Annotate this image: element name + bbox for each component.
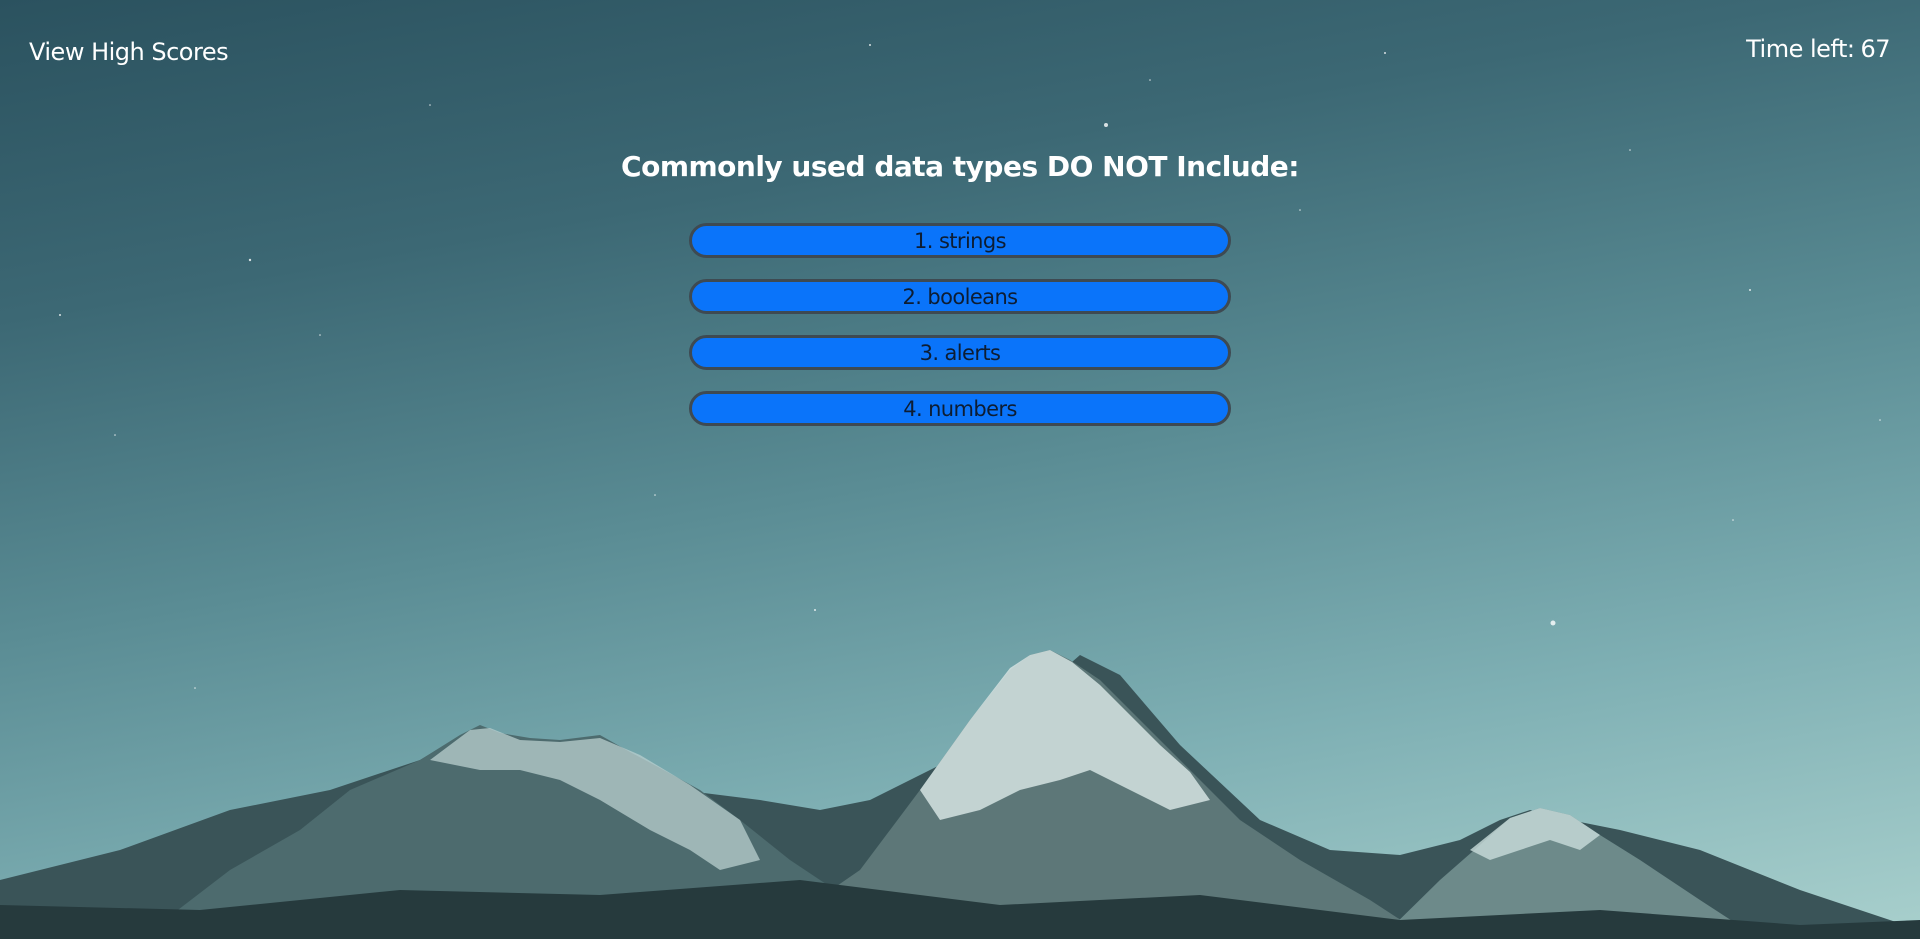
mountain-background-image — [0, 44, 1920, 939]
answer-button-1[interactable]: 1. strings — [689, 223, 1231, 258]
timer-label: Time left: — [1746, 35, 1855, 63]
answer-button-2[interactable]: 2. booleans — [689, 279, 1231, 314]
question-title: Commonly used data types DO NOT Include: — [621, 150, 1299, 183]
timer-value: 67 — [1860, 35, 1890, 63]
answer-button-3[interactable]: 3. alerts — [689, 335, 1231, 370]
timer: Time left: 67 — [1746, 35, 1890, 63]
quiz-container: Commonly used data types DO NOT Include:… — [0, 150, 1920, 426]
answer-list: 1. strings 2. booleans 3. alerts 4. numb… — [0, 223, 1920, 426]
view-high-scores-link[interactable]: View High Scores — [29, 38, 229, 66]
answer-button-4[interactable]: 4. numbers — [689, 391, 1231, 426]
